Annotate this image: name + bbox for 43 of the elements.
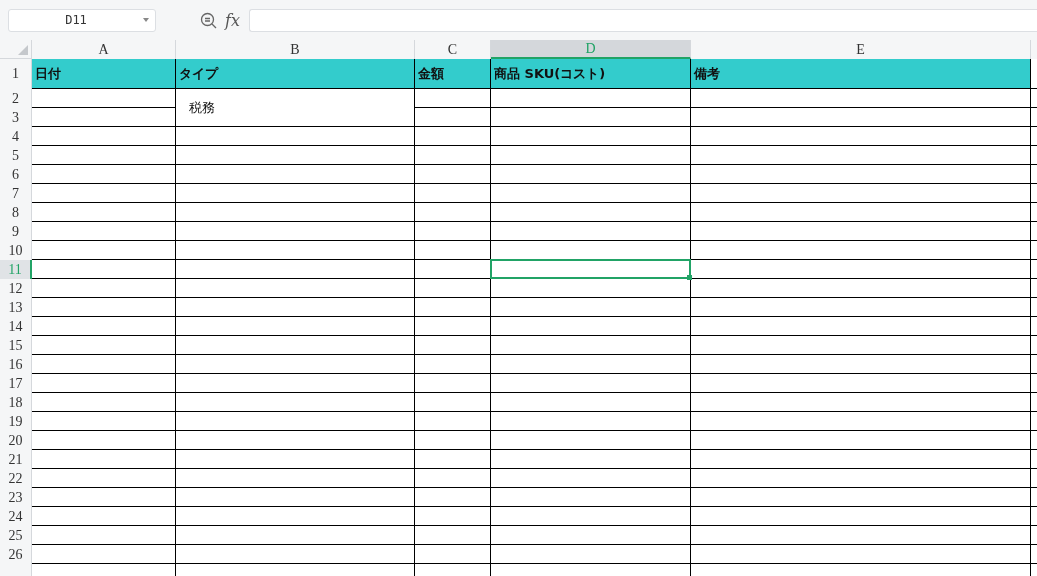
row-header[interactable]: 26 bbox=[0, 545, 32, 564]
selected-cell[interactable] bbox=[490, 259, 691, 279]
row-header[interactable]: 4 bbox=[0, 127, 32, 146]
row-header[interactable]: 6 bbox=[0, 165, 32, 184]
row-header[interactable]: 10 bbox=[0, 241, 32, 260]
row-header[interactable]: 20 bbox=[0, 431, 32, 450]
header-cell: 金額 bbox=[415, 59, 491, 89]
caret-icon[interactable] bbox=[143, 18, 149, 22]
name-box[interactable]: D11 bbox=[8, 8, 156, 32]
row-header[interactable]: 7 bbox=[0, 184, 32, 203]
row-header[interactable]: 9 bbox=[0, 222, 32, 241]
header-cell: 日付 bbox=[32, 59, 176, 89]
row-header[interactable]: 18 bbox=[0, 393, 32, 412]
row-header[interactable]: 21 bbox=[0, 450, 32, 469]
column-header[interactable]: E bbox=[691, 40, 1031, 59]
header-cell: 備考 bbox=[691, 59, 1031, 89]
row-header[interactable]: 23 bbox=[0, 488, 32, 507]
row-header[interactable]: 3 bbox=[0, 108, 32, 127]
row-header[interactable]: 19 bbox=[0, 412, 32, 431]
row-header[interactable]: 5 bbox=[0, 146, 32, 165]
row-header[interactable]: 24 bbox=[0, 507, 32, 526]
formula-field[interactable] bbox=[248, 8, 1037, 32]
zoom-icon[interactable] bbox=[200, 11, 217, 29]
column-header[interactable]: C bbox=[415, 40, 491, 59]
row-header[interactable]: 25 bbox=[0, 526, 32, 545]
function-label[interactable]: fx bbox=[225, 10, 240, 30]
column-header[interactable]: B bbox=[176, 40, 415, 59]
row-header[interactable]: 2 bbox=[0, 89, 32, 108]
row-header[interactable]: 22 bbox=[0, 469, 32, 488]
row-header[interactable]: 12 bbox=[0, 279, 32, 298]
column-header[interactable]: A bbox=[32, 40, 176, 59]
header-cell: タイプ bbox=[176, 59, 415, 89]
select-all-icon[interactable] bbox=[18, 45, 28, 55]
row-header[interactable]: 13 bbox=[0, 298, 32, 317]
row-header[interactable]: 17 bbox=[0, 374, 32, 393]
row-header[interactable]: 16 bbox=[0, 355, 32, 374]
row-header[interactable]: 1 bbox=[0, 59, 32, 89]
table-cell: 税務 bbox=[176, 89, 415, 127]
header-cell: 商品 SKU(コスト) bbox=[491, 59, 691, 89]
row-header[interactable]: 8 bbox=[0, 203, 32, 222]
row-header[interactable]: 15 bbox=[0, 336, 32, 355]
column-header[interactable] bbox=[1031, 40, 1037, 59]
row-header[interactable]: 14 bbox=[0, 317, 32, 336]
